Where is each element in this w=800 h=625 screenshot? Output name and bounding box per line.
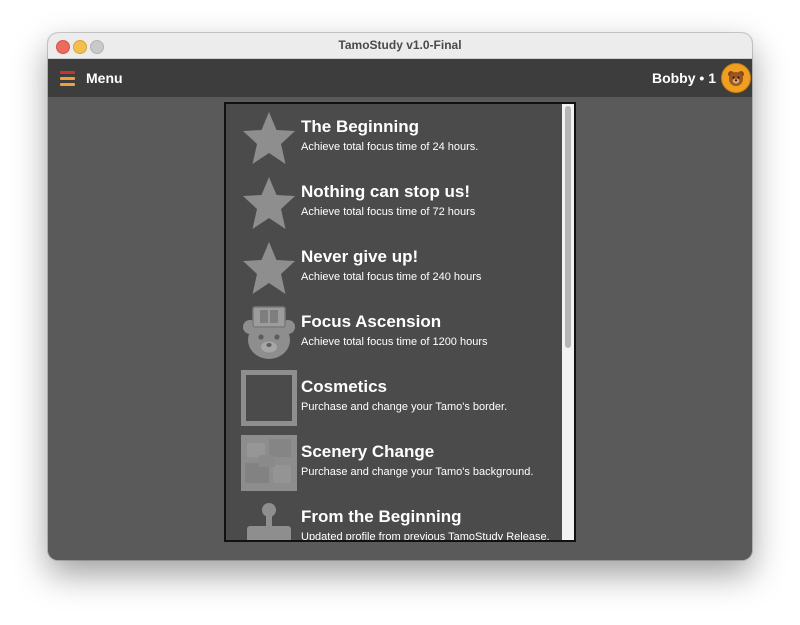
achievement-item[interactable]: The Beginning Achieve total focus time o… [226, 104, 562, 169]
joystick-icon [241, 500, 297, 540]
achievement-title: Cosmetics [301, 377, 387, 396]
achievement-description: Achieve total focus time of 1200 hours [301, 336, 488, 348]
scenery-icon [241, 435, 297, 491]
achievement-description: Achieve total focus time of 240 hours [301, 271, 482, 283]
achievement-item[interactable]: Focus Ascension Achieve total focus time… [226, 299, 562, 364]
bear-avatar-icon[interactable] [721, 63, 751, 93]
achievements-list[interactable]: The Beginning Achieve total focus time o… [224, 102, 576, 542]
achievement-item[interactable]: Cosmetics Purchase and change your Tamo'… [226, 364, 562, 429]
user-profile: Bobby • 1 [652, 63, 752, 93]
achievement-description: Purchase and change your Tamo's backgrou… [301, 466, 534, 478]
star-icon [241, 175, 297, 231]
achievement-item[interactable]: Scenery Change Purchase and change your … [226, 429, 562, 494]
border-frame-icon [241, 370, 297, 426]
scrollbar-thumb[interactable] [565, 106, 571, 348]
achievement-title: From the Beginning [301, 507, 462, 526]
star-icon [241, 240, 297, 296]
achievement-description: Achieve total focus time of 24 hours. [301, 141, 479, 153]
main-content: The Beginning Achieve total focus time o… [48, 97, 752, 560]
achievement-item[interactable]: Nothing can stop us! Achieve total focus… [226, 169, 562, 234]
achievement-title: The Beginning [301, 117, 420, 136]
menu-label: Menu [86, 70, 123, 86]
achievement-item[interactable]: Never give up! Achieve total focus time … [226, 234, 562, 299]
achievement-description: Purchase and change your Tamo's border. [301, 401, 508, 413]
hamburger-icon [60, 70, 75, 86]
window-title: TamoStudy v1.0-Final [338, 38, 462, 52]
title-bar: TamoStudy v1.0-Final [48, 33, 752, 59]
user-label: Bobby • 1 [651, 70, 716, 86]
achievement-description: Achieve total focus time of 72 hours [301, 206, 476, 218]
star-icon [241, 110, 297, 166]
achievement-title: Nothing can stop us! [301, 182, 471, 201]
achievement-description: Updated profile from previous TamoStudy … [301, 531, 550, 542]
menu-button[interactable]: Menu [60, 67, 123, 89]
app-window: TamoStudy v1.0-Final Menu Bobby • 1 The … [48, 33, 752, 560]
achievement-title: Scenery Change [301, 442, 435, 461]
achievement-item[interactable]: From the Beginning Updated profile from … [226, 494, 562, 542]
achievement-title: Focus Ascension [301, 312, 442, 331]
list-scrollbar[interactable] [562, 104, 574, 540]
top-toolbar: Menu Bobby • 1 [48, 59, 752, 97]
bear-graduate-icon [241, 305, 297, 361]
achievement-title: Never give up! [301, 247, 419, 266]
